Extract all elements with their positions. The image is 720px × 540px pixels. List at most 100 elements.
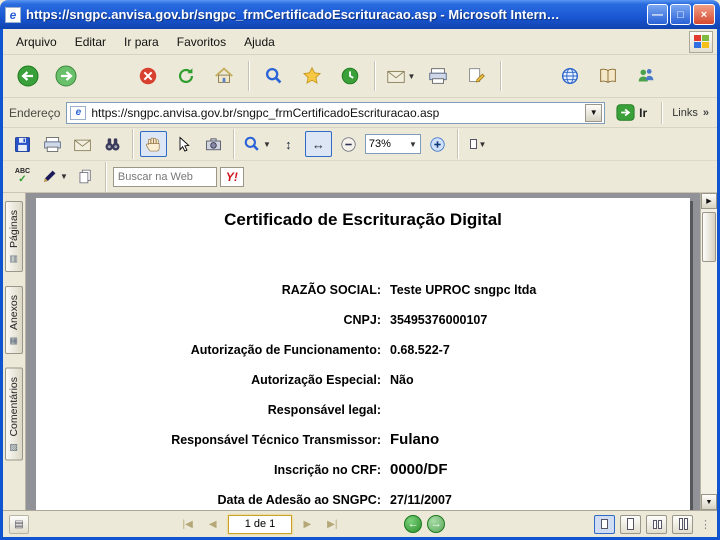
favorites-star-icon xyxy=(302,66,322,84)
scrollbar-track[interactable] xyxy=(701,209,717,494)
yahoo-button[interactable]: Y! xyxy=(219,166,244,187)
print-icon xyxy=(429,68,447,84)
find-button[interactable] xyxy=(99,131,126,157)
mail-dropdown-icon[interactable]: ▼ xyxy=(408,72,416,81)
address-input[interactable]: e https://sngpc.anvisa.gov.br/sngpc_frmC… xyxy=(66,101,606,124)
tab-paginas[interactable]: ▤ Páginas xyxy=(5,201,23,272)
research-button[interactable] xyxy=(591,58,625,94)
pdf-toolbar: ▼ ↕ ↔ 73% ▼ ▼ xyxy=(3,128,717,161)
address-url: https://sngpc.anvisa.gov.br/sngpc_frmCer… xyxy=(91,105,440,120)
field-label: Responsável legal: xyxy=(267,403,381,417)
last-page-button[interactable]: ▶| xyxy=(322,515,342,534)
zoom-out-button[interactable] xyxy=(335,131,362,157)
pdf-page: Certificado de Escrituração Digital RAZÃ… xyxy=(36,198,690,510)
copy-button[interactable] xyxy=(72,164,99,190)
menu-ir-para[interactable]: Ir para xyxy=(115,31,168,53)
next-page-button[interactable]: ▶ xyxy=(297,515,317,534)
single-page-button[interactable] xyxy=(594,514,615,534)
forward-button[interactable] xyxy=(49,58,83,94)
field-value: Não xyxy=(390,373,414,387)
fit-height-button[interactable]: ↕ xyxy=(275,131,302,157)
edit-icon xyxy=(469,68,485,83)
snapshot-button[interactable] xyxy=(200,131,227,157)
zoom-in-button[interactable] xyxy=(424,131,451,157)
nav-panel-toggle-button[interactable]: ▤ xyxy=(9,514,29,534)
continuous-facing-button[interactable] xyxy=(672,514,693,534)
facing-pages-button[interactable] xyxy=(646,514,667,534)
tab-comentarios-label: Comentários xyxy=(8,376,20,437)
yahoo-search-input[interactable] xyxy=(112,166,217,187)
minimize-button[interactable]: — xyxy=(647,4,668,25)
menu-arquivo[interactable]: Arquivo xyxy=(7,31,66,53)
zoom-tool-button[interactable]: ▼ xyxy=(241,131,272,157)
window-title: https://sngpc.anvisa.gov.br/sngpc_frmCer… xyxy=(26,7,560,22)
refresh-button[interactable] xyxy=(169,58,203,94)
spellcheck-button[interactable]: ABC ✓ xyxy=(9,164,36,190)
maximize-button[interactable]: □ xyxy=(670,4,691,25)
tab-comentarios[interactable]: ▧ Comentários xyxy=(5,367,23,461)
menu-ajuda[interactable]: Ajuda xyxy=(235,31,284,53)
zoom-combo-dropdown-icon[interactable]: ▼ xyxy=(409,140,417,149)
page-layout-button[interactable]: ▼ xyxy=(465,131,492,157)
close-button[interactable]: × xyxy=(693,4,715,25)
mail-button[interactable]: ▼ xyxy=(383,58,417,94)
mail-icon xyxy=(386,70,405,83)
scrollbar-thumb[interactable] xyxy=(702,212,716,262)
history-button[interactable] xyxy=(333,58,367,94)
continuous-page-button[interactable] xyxy=(620,514,641,534)
fit-width-button[interactable]: ↔ xyxy=(304,131,332,157)
select-tool-button[interactable] xyxy=(170,131,197,157)
print-button[interactable] xyxy=(421,58,455,94)
toolbar-overflow-grip[interactable]: ⋮ xyxy=(700,518,711,531)
links-area[interactable]: Links » xyxy=(672,107,711,119)
menu-favoritos[interactable]: Favoritos xyxy=(168,31,235,53)
first-page-button[interactable]: |◀ xyxy=(178,515,198,534)
certificate-title: Certificado de Escrituração Digital xyxy=(224,210,502,229)
zoom-tool-dropdown-icon[interactable]: ▼ xyxy=(263,140,271,149)
sign-dropdown-icon[interactable]: ▼ xyxy=(60,172,68,181)
go-button[interactable]: Ir xyxy=(611,102,652,123)
research-book-icon xyxy=(600,68,616,83)
vertical-scrollbar: ▶ ▼ xyxy=(700,193,717,510)
save-button[interactable] xyxy=(9,131,36,157)
document-viewport[interactable]: Certificado de Escrituração Digital RAZÃ… xyxy=(26,193,700,510)
hand-tool-button[interactable] xyxy=(140,131,167,157)
single-page-icon xyxy=(601,519,608,529)
page-layout-dropdown-icon[interactable]: ▼ xyxy=(478,140,486,149)
sign-button[interactable]: ▼ xyxy=(39,164,69,190)
title-bar: e https://sngpc.anvisa.gov.br/sngpc_frmC… xyxy=(0,0,720,29)
edit-button[interactable] xyxy=(459,58,493,94)
menu-editar[interactable]: Editar xyxy=(66,31,115,53)
previous-page-button[interactable]: ◀ xyxy=(203,515,223,534)
spellcheck-icon: ABC ✓ xyxy=(14,168,31,185)
search-button[interactable] xyxy=(257,58,291,94)
links-overflow-icon[interactable]: » xyxy=(703,107,709,119)
refresh-icon xyxy=(178,68,194,84)
select-cursor-icon xyxy=(179,136,190,152)
pane-expand-button[interactable]: ▶ xyxy=(701,193,717,209)
scroll-down-button[interactable]: ▼ xyxy=(701,494,717,510)
menu-bar: Arquivo Editar Ir para Favoritos Ajuda xyxy=(3,29,717,55)
discuss-button[interactable] xyxy=(553,58,587,94)
address-bar: Endereço e https://sngpc.anvisa.gov.br/s… xyxy=(3,98,717,128)
yahoo-logo: Y! xyxy=(225,169,238,184)
previous-view-button[interactable]: ← xyxy=(404,515,423,533)
stop-button[interactable] xyxy=(131,58,165,94)
tab-anexos[interactable]: ▦ Anexos xyxy=(5,285,23,354)
email-button[interactable] xyxy=(69,131,96,157)
pdf-print-button[interactable] xyxy=(39,131,66,157)
links-label: Links xyxy=(672,106,698,119)
field-value: Fulano xyxy=(390,431,440,448)
page-indicator[interactable]: 1 de 1 xyxy=(227,514,293,534)
field-label: CNPJ: xyxy=(343,313,381,327)
favorites-button[interactable] xyxy=(295,58,329,94)
address-dropdown-icon[interactable]: ▼ xyxy=(585,103,603,122)
back-button[interactable] xyxy=(11,58,45,94)
messenger-button[interactable] xyxy=(629,58,663,94)
fit-height-icon: ↕ xyxy=(285,136,292,152)
home-button[interactable] xyxy=(207,58,241,94)
zoom-level-combo[interactable]: 73% ▼ xyxy=(364,134,421,154)
next-view-button[interactable]: → xyxy=(427,515,446,533)
field-value: Teste UPROC sngpc ltda xyxy=(390,283,537,297)
address-label: Endereço xyxy=(9,105,61,120)
